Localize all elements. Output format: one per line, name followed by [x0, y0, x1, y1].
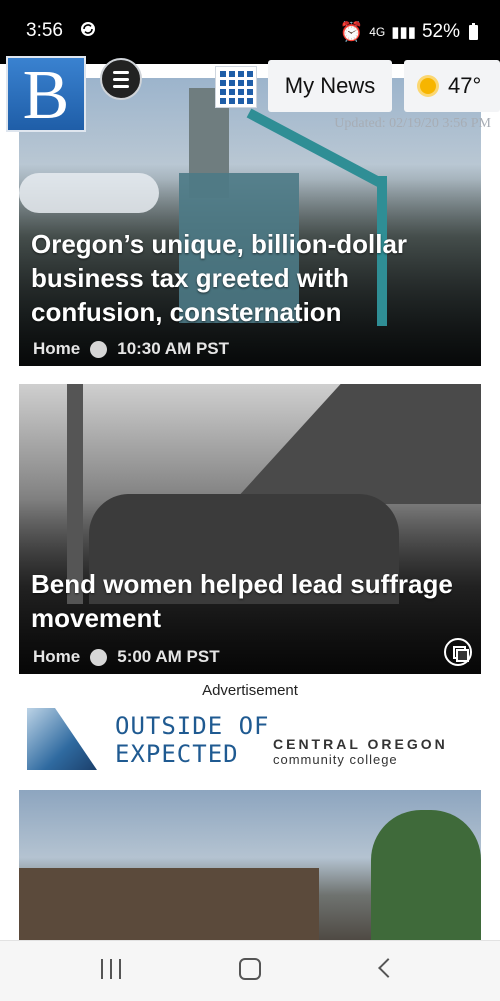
- article-image-3: [19, 868, 319, 940]
- sections-grid-icon[interactable]: [215, 66, 257, 108]
- article-title[interactable]: Bend women helped lead suffrage movement: [31, 567, 467, 635]
- article-card-2[interactable]: Bend women helped lead suffrage movement…: [19, 384, 481, 674]
- article-card-3[interactable]: [19, 790, 481, 940]
- back-icon[interactable]: [378, 958, 398, 978]
- ad-tagline-line1: OUTSIDE OF: [115, 712, 270, 740]
- article-image-3-tree: [371, 810, 481, 940]
- weather-temperature: 47°: [448, 73, 482, 98]
- network-type: 4G: [369, 25, 386, 39]
- updated-timestamp: Updated: 02/19/20 3:56 PM: [334, 116, 491, 131]
- menu-button[interactable]: [100, 58, 142, 100]
- sun-icon: [420, 78, 436, 94]
- college-logo-icon: [27, 708, 97, 770]
- recents-icon[interactable]: [101, 959, 121, 979]
- my-news-button[interactable]: My News: [268, 60, 392, 112]
- ad-brand-name: CENTRAL OREGON: [273, 736, 448, 752]
- gallery-icon[interactable]: [444, 638, 472, 666]
- article-image-1: [19, 173, 159, 213]
- separator-dot-icon: [90, 648, 108, 666]
- article-meta: Home 5:00 AM PST: [33, 647, 220, 667]
- article-title[interactable]: Oregon’s unique, billion-dollar business…: [31, 227, 467, 329]
- article-time: 10:30 AM PST: [117, 339, 230, 358]
- article-section: Home: [33, 647, 81, 666]
- weather-button[interactable]: 47°: [404, 60, 500, 112]
- article-image-2: [231, 384, 481, 504]
- advertisement-banner[interactable]: OUTSIDE OF EXPECTED CENTRAL OREGON commu…: [27, 706, 473, 772]
- home-icon[interactable]: [239, 958, 261, 980]
- separator-dot-icon: [90, 340, 108, 358]
- ad-brand-subtitle: community college: [273, 752, 398, 767]
- signal-icon: ▮▮▮: [391, 24, 416, 41]
- status-indicators: ⏰ 4G ▮▮▮ 52%: [340, 20, 478, 44]
- advertisement-label: Advertisement: [202, 682, 298, 699]
- article-time: 5:00 AM PST: [117, 647, 220, 666]
- battery-percent: 52%: [421, 21, 460, 42]
- bulletin-logo[interactable]: B: [6, 56, 86, 134]
- sync-icon: [81, 22, 95, 36]
- system-nav-bar: [0, 940, 500, 1001]
- ad-tagline-line2: EXPECTED: [115, 740, 239, 768]
- alarm-icon: ⏰: [339, 22, 364, 43]
- battery-icon: [469, 22, 478, 40]
- article-section: Home: [33, 339, 81, 358]
- status-time: 3:56: [26, 20, 63, 41]
- article-meta: Home 10:30 AM PST: [33, 339, 229, 359]
